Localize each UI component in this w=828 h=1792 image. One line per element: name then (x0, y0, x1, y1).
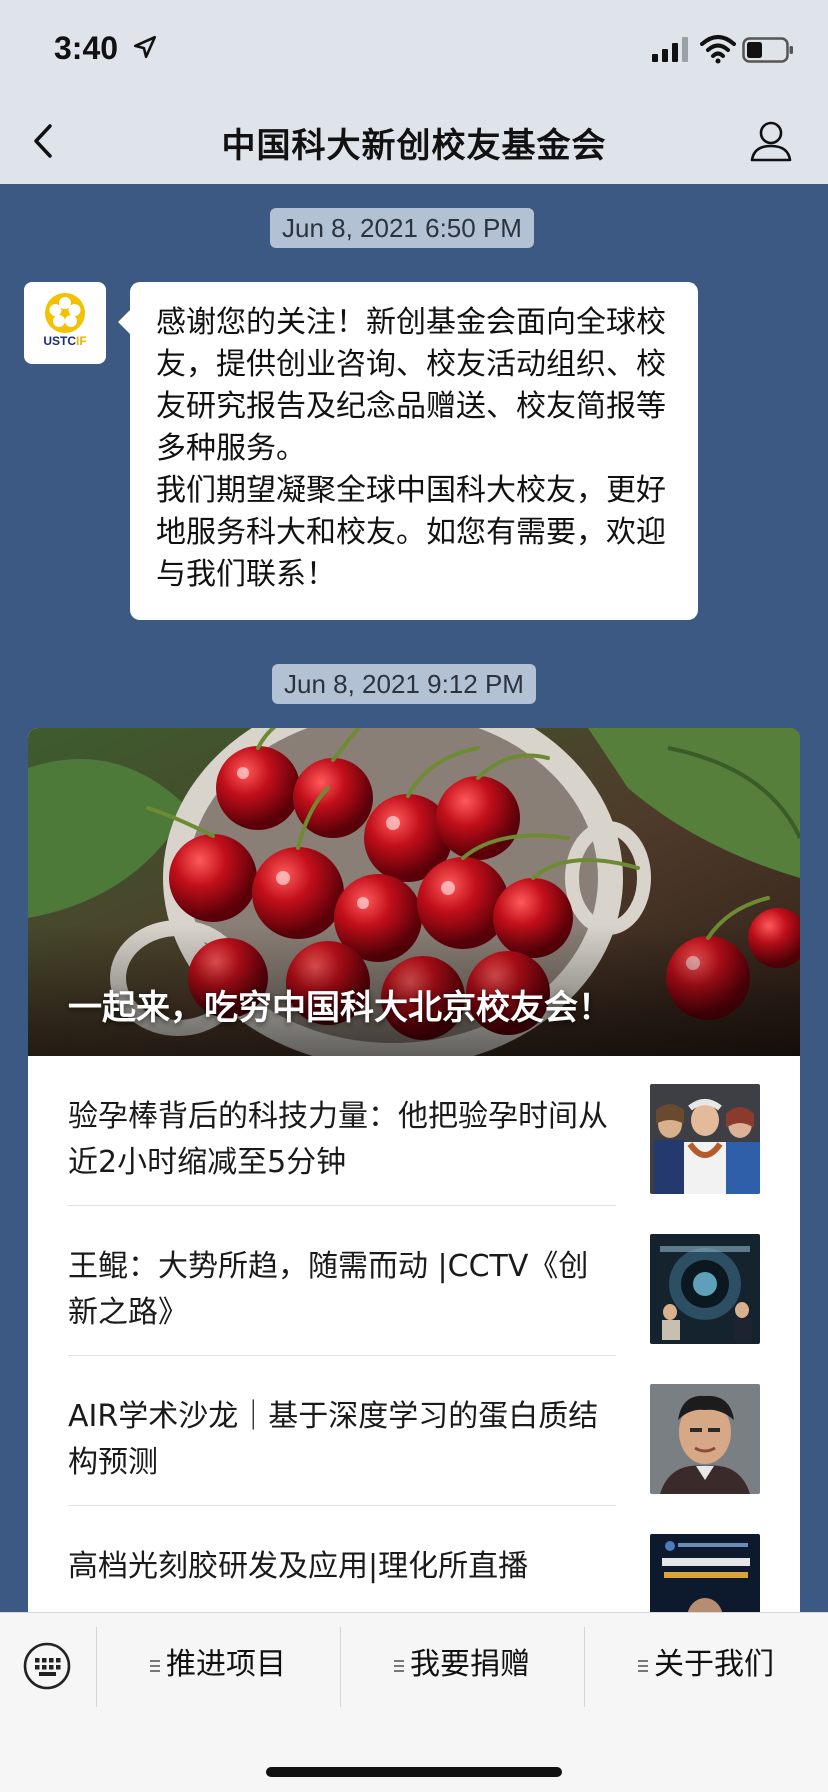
article-title: AIR学术沙龙｜基于深度学习的蛋白质结构预测 (68, 1399, 599, 1480)
wifi-icon (700, 35, 736, 64)
menu-hamburger-icon (638, 1659, 648, 1672)
page-title: 中国科大新创校友基金会 (221, 126, 607, 166)
timestamp: Jun 8, 2021 9:12 PM (272, 664, 536, 704)
message-text: 感谢您的关注！新创基金会面向全球校友，提供创业咨询、校友活动组织、校友研究报告及… (156, 305, 666, 592)
menu-item-projects[interactable]: 推进项目 (98, 1643, 338, 1687)
avatar-label-accent: IF (76, 334, 87, 348)
menu-divider (340, 1627, 341, 1707)
location-arrow-icon (133, 35, 157, 59)
list-item[interactable]: 验孕棒背后的科技力量：他把验孕时间从近2小时缩减至5分钟 (68, 1056, 760, 1206)
timestamp: Jun 8, 2021 6:50 PM (270, 208, 534, 248)
article-thumbnail[interactable] (650, 1384, 760, 1494)
article-title: 验孕棒背后的科技力量：他把验孕时间从近2小时缩减至5分钟 (68, 1099, 608, 1180)
article-title: 高档光刻胶研发及应用|理化所直播 (68, 1549, 529, 1584)
cover-title: 一起来，吃穷中国科大北京校友会！ (68, 988, 612, 1028)
cellular-signal-icon (652, 37, 688, 62)
avatar-label: USTCIF (24, 334, 106, 348)
avatar[interactable]: USTCIF (24, 282, 106, 364)
nav-bar: 中国科大新创校友基金会 (0, 98, 828, 184)
avatar-label-main: USTC (43, 334, 76, 348)
status-time: 3:40 (54, 30, 119, 66)
battery-icon (742, 37, 793, 63)
article-title: 王鲲：大势所趋，随需而动 |CCTV《创新之路》 (68, 1249, 589, 1330)
menu-hamburger-icon (394, 1659, 404, 1672)
chat-area[interactable]: Jun 8, 2021 6:50 PM USTCIF 感谢您的关注！新创基金会面… (0, 184, 828, 1612)
list-item[interactable]: 高档光刻胶研发及应用|理化所直播 (68, 1506, 760, 1612)
menu-item-label: 我要捐赠 (410, 1647, 530, 1682)
article-thumbnail[interactable] (650, 1084, 760, 1194)
keyboard-icon[interactable] (22, 1641, 72, 1691)
list-item[interactable]: AIR学术沙龙｜基于深度学习的蛋白质结构预测 (68, 1356, 760, 1506)
status-bar: 3:40 (0, 0, 828, 98)
message-bubble[interactable]: 感谢您的关注！新创基金会面向全球校友，提供创业咨询、校友活动组织、校友研究报告及… (118, 282, 698, 620)
menu-item-label: 推进项目 (166, 1647, 286, 1682)
home-indicator[interactable] (266, 1767, 562, 1777)
profile-icon[interactable] (748, 118, 794, 164)
flower-logo-icon (45, 293, 85, 333)
menu-item-about[interactable]: 关于我们 (586, 1643, 826, 1687)
article-thumbnail[interactable] (650, 1534, 760, 1612)
menu-item-donate[interactable]: 我要捐赠 (342, 1643, 582, 1687)
article-card[interactable]: 一起来，吃穷中国科大北京校友会！ 验孕棒背后的科技力量：他把验孕时间从近2小时缩… (28, 728, 800, 1612)
menu-divider (96, 1627, 97, 1707)
menu-hamburger-icon (150, 1659, 160, 1672)
bottom-menu-bar: 推进项目 我要捐赠 关于我们 (0, 1612, 828, 1792)
menu-item-label: 关于我们 (654, 1647, 774, 1682)
list-item[interactable]: 王鲲：大势所趋，随需而动 |CCTV《创新之路》 (68, 1206, 760, 1356)
menu-divider (584, 1627, 585, 1707)
article-thumbnail[interactable] (650, 1234, 760, 1344)
